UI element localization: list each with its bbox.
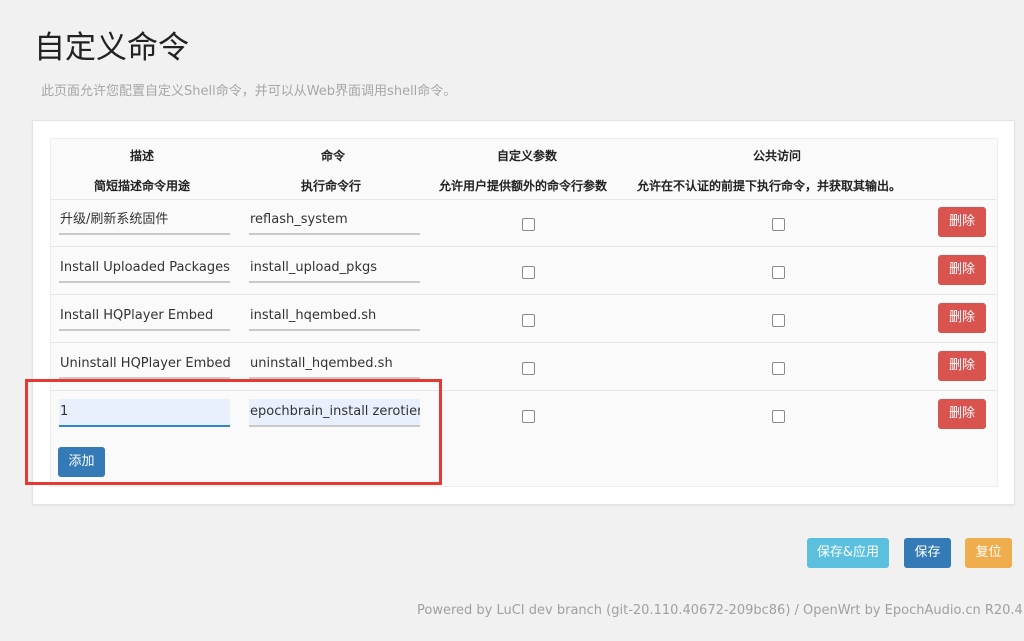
header-command: 命令 [321,149,346,163]
custom-args-checkbox[interactable] [522,410,535,423]
delete-button[interactable]: 删除 [938,303,986,333]
description-input[interactable] [59,255,230,283]
description-input[interactable] [59,351,230,379]
command-input[interactable] [249,255,420,283]
command-input[interactable] [249,207,420,235]
command-input[interactable] [249,303,420,331]
footer-text: Powered by LuCI dev branch (git-20.110.4… [417,603,1024,618]
custom-args-checkbox[interactable] [522,218,535,231]
public-access-checkbox[interactable] [772,218,785,231]
delete-button[interactable]: 删除 [938,351,986,381]
annotation-highlight-box [25,379,442,485]
delete-button[interactable]: 删除 [938,255,986,285]
save-apply-button[interactable]: 保存&应用 [807,538,889,568]
custom-args-checkbox[interactable] [522,314,535,327]
delete-button[interactable]: 删除 [938,399,986,429]
custom-args-checkbox[interactable] [522,266,535,279]
command-input[interactable] [249,351,420,379]
header-description-hint: 简短描述命令用途 [94,179,191,193]
save-button[interactable]: 保存 [904,538,951,568]
header-description: 描述 [130,149,155,163]
page-title: 自定义命令 [34,30,189,66]
header-public-access: 公共访问 [753,149,802,163]
public-access-checkbox[interactable] [772,362,785,375]
delete-button[interactable]: 删除 [938,207,986,237]
description-input[interactable] [59,207,230,235]
custom-args-checkbox[interactable] [522,362,535,375]
description-input[interactable] [59,303,230,331]
header-custom-args: 自定义参数 [497,149,558,163]
header-command-hint: 执行命令行 [301,179,362,193]
public-access-checkbox[interactable] [772,266,785,279]
page-description: 此页面允许您配置自定义Shell命令，并可以从Web界面调用shell命令。 [41,84,457,99]
header-public-access-hint: 允许在不认证的前提下执行命令，并获取其输出。 [637,179,902,193]
reset-button[interactable]: 复位 [965,538,1012,568]
public-access-checkbox[interactable] [772,410,785,423]
header-custom-args-hint: 允许用户提供额外的命令行参数 [439,179,608,193]
public-access-checkbox[interactable] [772,314,785,327]
